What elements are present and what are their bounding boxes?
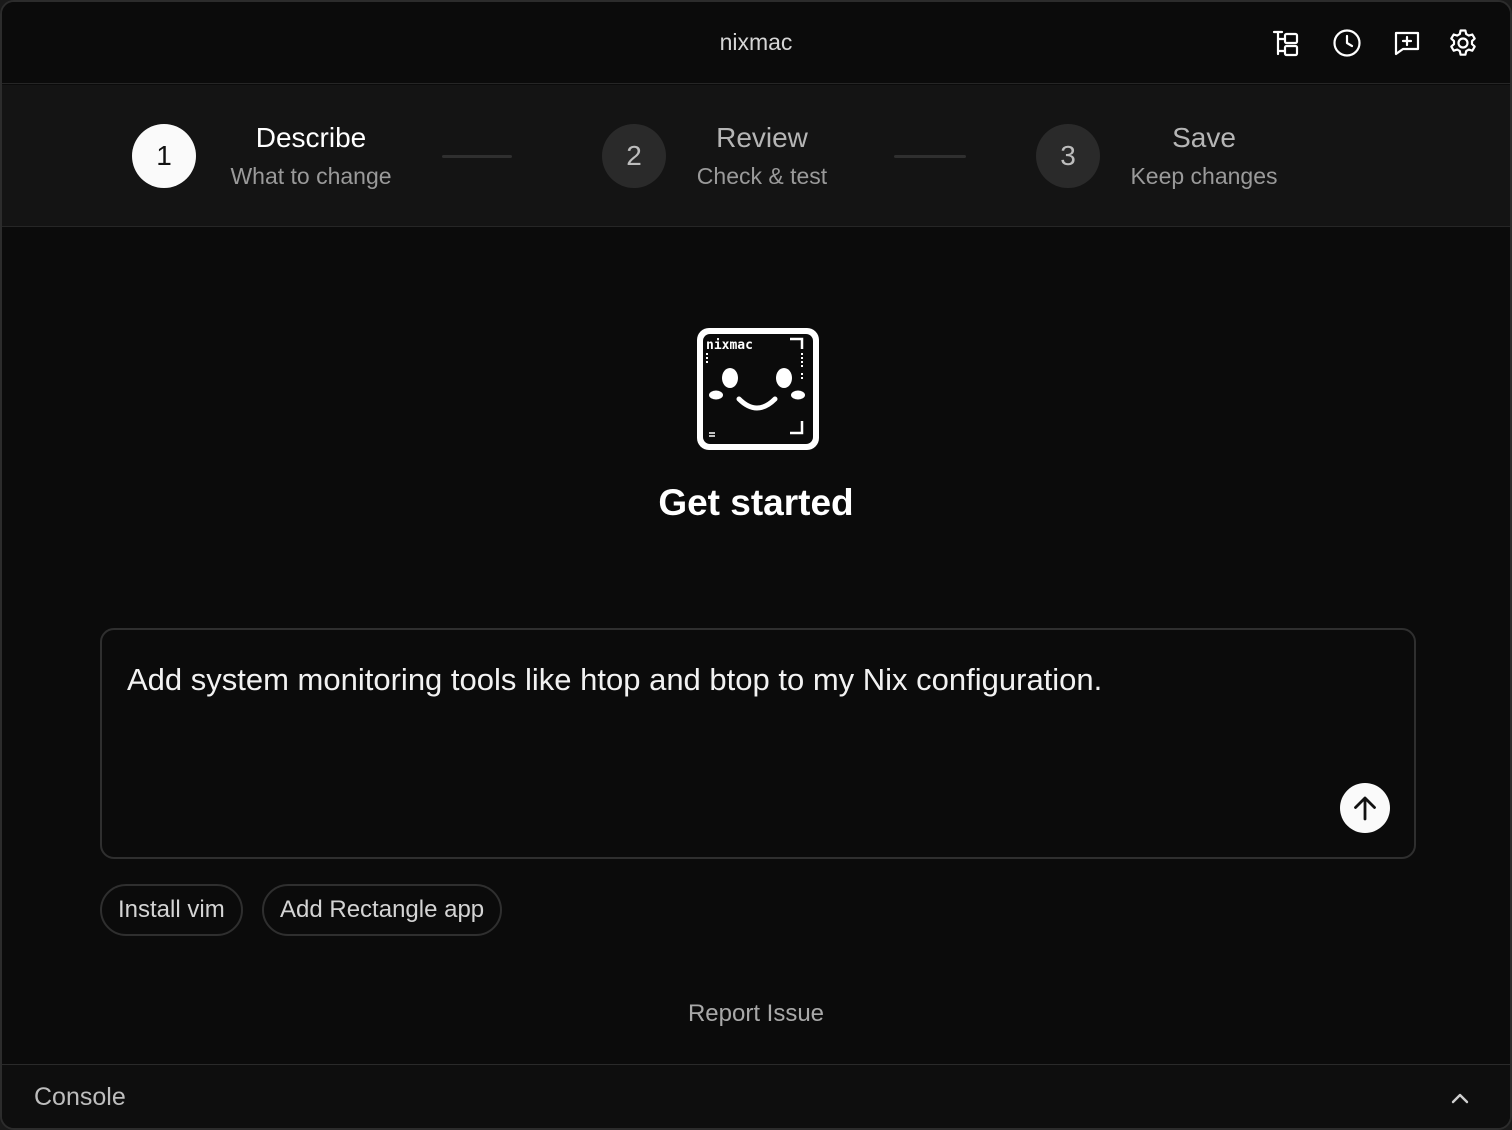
step-save: Save Keep changes xyxy=(1114,121,1294,191)
nixmac-logo: nixmac xyxy=(694,325,822,453)
step-3-title: Save xyxy=(1172,122,1236,153)
step-1-subtitle: What to change xyxy=(230,163,392,189)
send-button[interactable] xyxy=(1340,783,1390,833)
file-tree-icon[interactable] xyxy=(1268,24,1306,62)
step-3-number: 3 xyxy=(1036,124,1100,188)
step-3-subtitle: Keep changes xyxy=(1130,163,1278,189)
history-clock-icon[interactable] xyxy=(1328,24,1366,62)
page-title: Get started xyxy=(658,482,854,523)
chevron-up-icon[interactable] xyxy=(1446,1085,1474,1113)
suggestion-add-rectangle-app[interactable]: Add Rectangle app xyxy=(262,884,503,936)
progress-stepper: 1 Describe What to change 2 Review Check… xyxy=(2,85,1510,227)
arrow-up-icon xyxy=(1354,796,1376,821)
logo-wordmark: nixmac xyxy=(706,338,753,353)
console-panel[interactable]: Console xyxy=(2,1064,1510,1128)
settings-gear-icon[interactable] xyxy=(1444,24,1482,62)
step-1-number: 1 xyxy=(132,124,196,188)
step-review: Review Check & test xyxy=(680,121,844,191)
step-2-title: Review xyxy=(716,122,808,153)
app-window: nixmac 1 Describe What to change 2 Revie… xyxy=(0,0,1512,1130)
prompt-input[interactable]: Add system monitoring tools like htop an… xyxy=(100,628,1416,859)
step-2-subtitle: Check & test xyxy=(696,163,828,189)
step-describe: Describe What to change xyxy=(212,121,410,191)
console-label: Console xyxy=(34,1083,126,1111)
step-2-number: 2 xyxy=(602,124,666,188)
step-1-title: Describe xyxy=(255,122,367,153)
step-connector xyxy=(894,155,966,158)
suggestion-install-vim[interactable]: Install vim xyxy=(100,884,243,936)
title-bar: nixmac xyxy=(2,2,1510,84)
prompt-text[interactable]: Add system monitoring tools like htop an… xyxy=(127,660,1324,700)
step-connector xyxy=(442,155,512,158)
report-issue-row: Report Issue xyxy=(2,1000,1510,1028)
new-chat-icon[interactable] xyxy=(1388,24,1426,62)
report-issue-link[interactable]: Report Issue xyxy=(688,1000,824,1027)
